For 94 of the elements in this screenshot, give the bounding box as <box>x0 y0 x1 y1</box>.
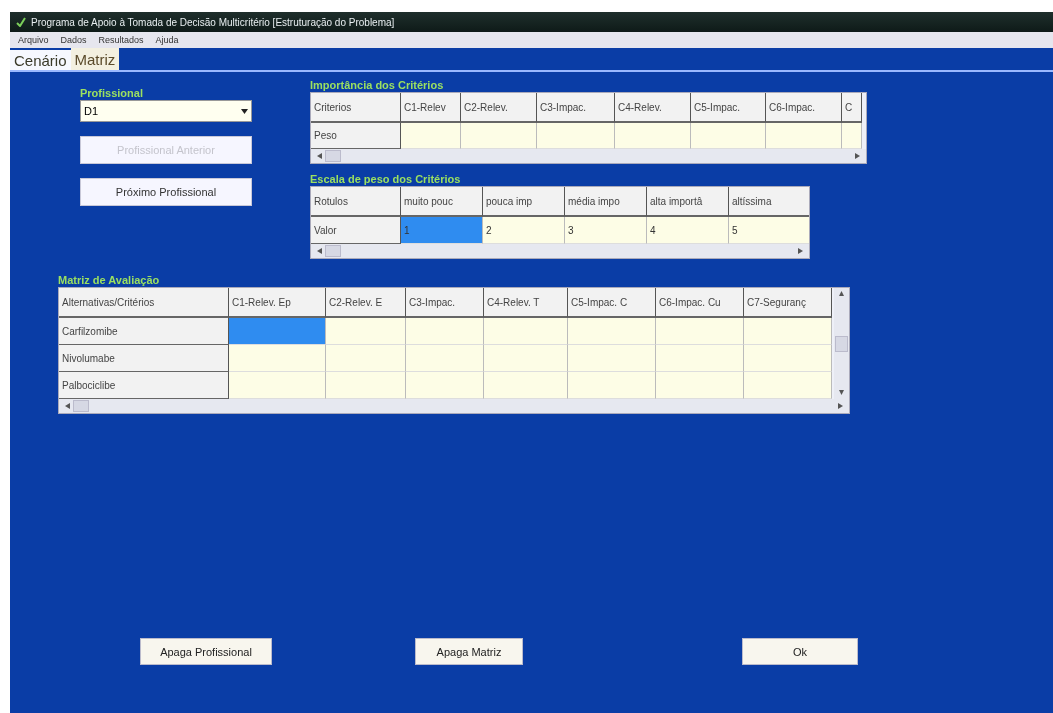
table-cell[interactable] <box>568 345 656 372</box>
row-header[interactable]: Peso <box>311 123 401 149</box>
column-header[interactable]: C5-Impac. C <box>568 288 656 318</box>
table-cell[interactable] <box>744 318 832 345</box>
column-header[interactable]: C5-Impac. <box>691 93 766 123</box>
professional-dropdown[interactable]: D1 <box>80 100 252 122</box>
table-cell[interactable] <box>326 318 406 345</box>
column-header[interactable]: alta importâ <box>647 187 729 217</box>
column-header[interactable]: C1-Relev. Ep <box>229 288 326 318</box>
scrollbar-thumb[interactable] <box>325 150 341 162</box>
scrollbar-thumb[interactable] <box>325 245 341 257</box>
scroll-left-icon[interactable] <box>317 248 322 254</box>
table-cell[interactable] <box>691 123 766 149</box>
table-cell[interactable] <box>744 345 832 372</box>
scroll-left-icon[interactable] <box>65 403 70 409</box>
horizontal-scrollbar[interactable] <box>59 399 849 413</box>
table-cell[interactable] <box>326 345 406 372</box>
field-label: Profissional <box>80 86 144 100</box>
column-header[interactable]: C <box>842 93 862 123</box>
menu-item[interactable]: Resultados <box>98 35 144 45</box>
scrollbar-thumb[interactable] <box>73 400 89 412</box>
scroll-down-icon[interactable] <box>839 390 844 396</box>
dropdown-arrow-icon[interactable] <box>241 108 248 114</box>
table-cell[interactable] <box>406 372 484 399</box>
scroll-right-icon[interactable] <box>838 403 843 409</box>
column-header[interactable]: C6-Impac. <box>766 93 842 123</box>
column-header[interactable]: C2-Relev. E <box>326 288 406 318</box>
table-cell[interactable] <box>766 123 842 149</box>
section-title: Matriz de Avaliação <box>58 273 161 287</box>
table-cell[interactable] <box>484 372 568 399</box>
table-cell[interactable] <box>656 318 744 345</box>
action-button[interactable]: Ok <box>742 638 858 665</box>
table-cell[interactable] <box>229 372 326 399</box>
row-header[interactable]: Nivolumabe <box>59 345 229 372</box>
table-cell[interactable] <box>461 123 537 149</box>
table-cell[interactable] <box>484 345 568 372</box>
vertical-scrollbar[interactable] <box>834 288 849 399</box>
column-header[interactable]: C7-Seguranç <box>744 288 832 318</box>
tab[interactable]: Cenário <box>10 50 71 70</box>
column-header[interactable]: C2-Relev. <box>461 93 537 123</box>
table-cell[interactable] <box>537 123 615 149</box>
column-header[interactable]: pouca imp <box>483 187 565 217</box>
table-cell[interactable] <box>615 123 691 149</box>
scroll-right-icon[interactable] <box>855 153 860 159</box>
scroll-left-icon[interactable] <box>317 153 322 159</box>
table-cell[interactable] <box>656 372 744 399</box>
column-header[interactable]: Criterios <box>311 93 401 123</box>
section-title: Escala de peso dos Critérios <box>310 172 462 186</box>
column-header[interactable]: C1-Relev <box>401 93 461 123</box>
row-header[interactable]: Palbociclibe <box>59 372 229 399</box>
row-header[interactable]: Valor <box>311 217 401 244</box>
menu-item[interactable]: Ajuda <box>155 35 179 45</box>
action-button[interactable]: Apaga Profissional <box>140 638 272 665</box>
table-cell[interactable] <box>406 345 484 372</box>
table-cell[interactable] <box>842 123 862 149</box>
section-title: Importância dos Critérios <box>310 78 445 92</box>
table-cell[interactable]: 2 <box>483 217 565 244</box>
table-cell[interactable]: 3 <box>565 217 647 244</box>
table-cell[interactable] <box>401 123 461 149</box>
tab[interactable]: Matriz <box>70 48 120 70</box>
table-cell[interactable]: 5 <box>729 217 809 244</box>
menu-item[interactable]: Dados <box>60 35 87 45</box>
scrollbar-thumb[interactable] <box>835 335 848 352</box>
table-cell[interactable] <box>406 318 484 345</box>
horizontal-scrollbar[interactable] <box>311 149 866 163</box>
action-button[interactable]: Apaga Matriz <box>415 638 523 665</box>
app-icon <box>16 17 26 27</box>
column-header[interactable]: muito pouc <box>401 187 483 217</box>
row-header[interactable]: Carfilzomibe <box>59 318 229 345</box>
table-cell[interactable] <box>229 345 326 372</box>
scroll-right-icon[interactable] <box>798 248 803 254</box>
table-cell[interactable] <box>656 345 744 372</box>
window-title: Programa de Apoio à Tomada de Decisão Multicritério [Estruturação do Problema] <box>31 16 395 28</box>
column-header[interactable]: C6-Impac. Cu <box>656 288 744 318</box>
column-header[interactable]: altíssima <box>729 187 809 217</box>
column-header[interactable]: C3-Impac. <box>406 288 484 318</box>
nav-button[interactable]: Próximo Profissional <box>80 178 252 206</box>
table-cell[interactable]: 4 <box>647 217 729 244</box>
table-cell[interactable] <box>568 372 656 399</box>
table-cell[interactable] <box>326 372 406 399</box>
column-header[interactable]: C4-Relev. T <box>484 288 568 318</box>
table-cell[interactable]: 1 <box>401 217 483 244</box>
table-cell[interactable] <box>744 372 832 399</box>
table-cell[interactable] <box>568 318 656 345</box>
column-header[interactable]: média impo <box>565 187 647 217</box>
column-header[interactable]: C4-Relev. <box>615 93 691 123</box>
scroll-up-icon[interactable] <box>839 291 844 297</box>
column-header[interactable]: Rotulos <box>311 187 401 217</box>
menu-item[interactable]: Arquivo <box>18 35 49 45</box>
column-header[interactable]: C3-Impac. <box>537 93 615 123</box>
table-cell[interactable] <box>229 318 326 345</box>
horizontal-scrollbar[interactable] <box>311 244 809 258</box>
column-header[interactable]: Alternativas/Critérios <box>59 288 229 318</box>
table-cell[interactable] <box>484 318 568 345</box>
